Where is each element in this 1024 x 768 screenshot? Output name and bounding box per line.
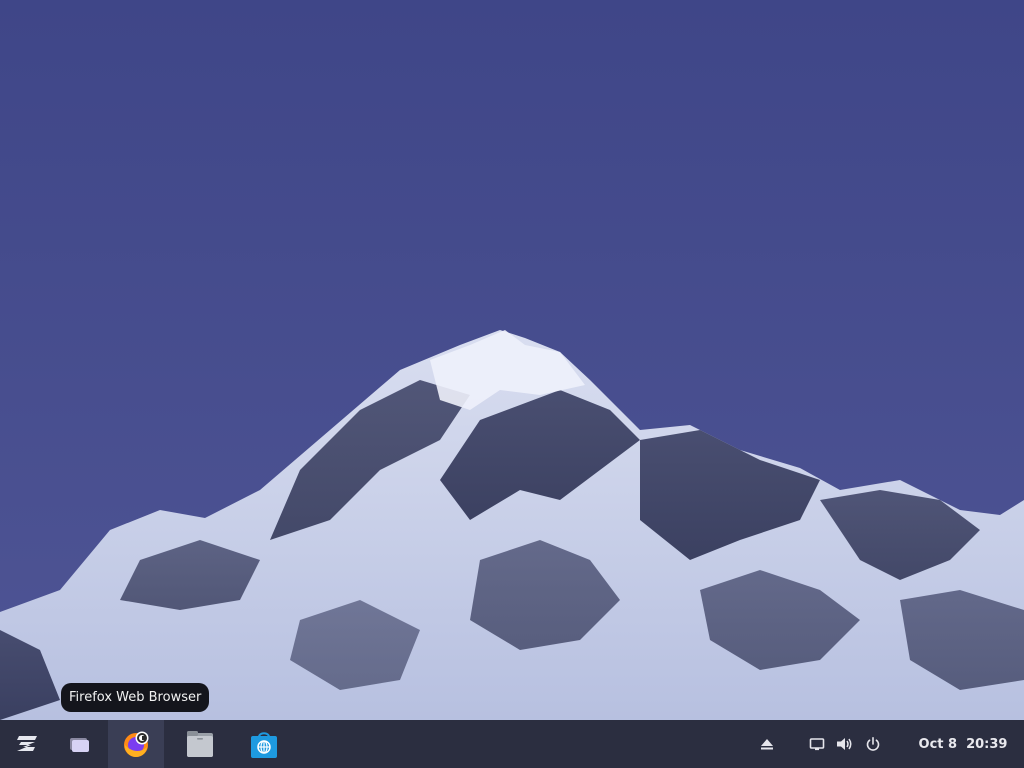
eject-icon bbox=[761, 739, 773, 750]
tooltip-text: Firefox Web Browser bbox=[69, 690, 202, 705]
power-button[interactable] bbox=[860, 720, 886, 768]
display-icon bbox=[809, 738, 825, 751]
clock-time: 20:39 bbox=[966, 736, 1008, 752]
volume-icon bbox=[837, 738, 852, 750]
display-button[interactable] bbox=[804, 720, 830, 768]
volume-button[interactable] bbox=[832, 720, 858, 768]
clock-button[interactable]: Oct 8 20:39 bbox=[908, 720, 1018, 768]
desktop-wallpaper bbox=[0, 0, 1024, 720]
power-icon bbox=[866, 736, 880, 751]
taskbar: Oct 8 20:39 bbox=[0, 720, 1024, 768]
software-store-icon bbox=[251, 732, 277, 758]
zorin-menu-button[interactable] bbox=[4, 720, 52, 768]
app-tooltip: Firefox Web Browser bbox=[61, 683, 210, 712]
firefox-icon bbox=[124, 731, 149, 758]
firefox-button[interactable] bbox=[108, 720, 164, 768]
eject-button[interactable] bbox=[754, 720, 780, 768]
workspaces-icon bbox=[70, 738, 89, 752]
zorin-menu-icon bbox=[17, 736, 37, 751]
files-button[interactable] bbox=[172, 720, 228, 768]
workspaces-button[interactable] bbox=[56, 720, 104, 768]
software-store-button[interactable] bbox=[236, 720, 292, 768]
files-folder-icon bbox=[187, 731, 213, 757]
clock-date: Oct 8 bbox=[918, 736, 958, 752]
mountain-wallpaper bbox=[0, 0, 1024, 720]
